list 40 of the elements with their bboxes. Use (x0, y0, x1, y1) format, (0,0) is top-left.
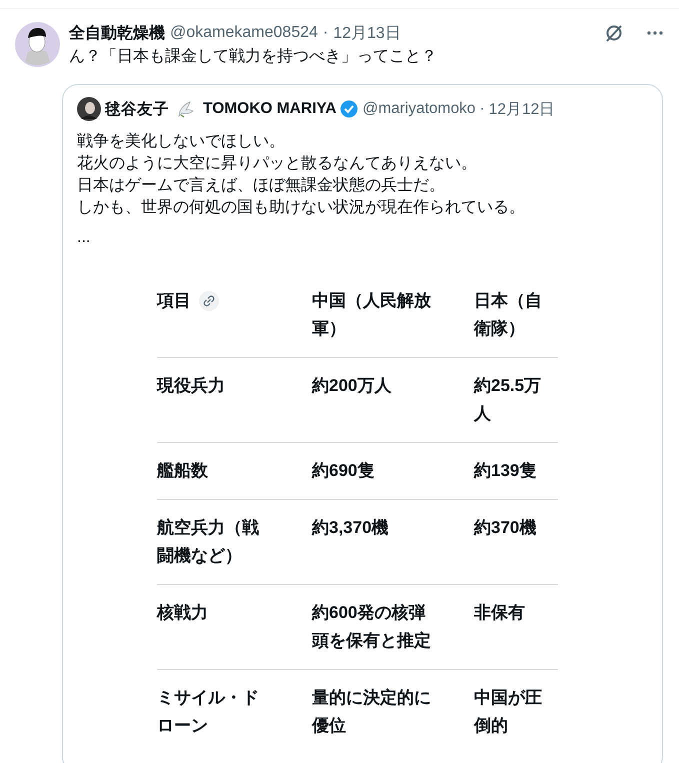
table-cell: 約200万人 (312, 376, 392, 395)
avatar[interactable] (15, 22, 60, 67)
table-cell: 約370機 (474, 518, 536, 537)
post-text: ん？「日本も課金して戦力を持つべき」ってこと？ (69, 46, 438, 67)
table-cell: 約25.5万人 (474, 376, 542, 423)
table-cell: 非保有 (474, 603, 525, 622)
display-name[interactable]: 毬谷友子 (105, 98, 169, 120)
separator: · (322, 24, 328, 42)
table-cell: ミサイル・ドローン (157, 688, 259, 735)
quoted-text-line: ... (77, 228, 92, 248)
table-cell: 核戦力 (157, 603, 208, 622)
table-cell: 約690隻 (312, 461, 374, 480)
avatar[interactable] (77, 97, 101, 121)
separator: · (480, 100, 485, 118)
quoted-text-line: 戦争を美化しないでほしい。 (77, 132, 286, 152)
dove-icon (177, 100, 195, 118)
quoted-text-line: 花火のように大空に昇りパッと散るなんてありえない。 (77, 154, 478, 174)
table-cell: 約3,370機 (312, 518, 389, 537)
post-date[interactable]: 12月13日 (333, 22, 401, 44)
display-name[interactable]: 全自動乾燥機 (69, 22, 165, 44)
link-icon[interactable] (199, 291, 219, 311)
more-icon[interactable] (647, 31, 663, 35)
quoted-text-line: しかも、世界の何処の国も助けない状況が現在作られている。 (77, 198, 526, 218)
table-cell: 約139隻 (474, 461, 536, 480)
post-date: 12月12日 (488, 100, 556, 120)
table-cell: 現役兵力 (157, 376, 225, 395)
table-cell: 航空兵力（戦闘機など） (157, 518, 259, 565)
column-header: 項目 (157, 290, 191, 312)
column-header: 日本（自衛隊） (474, 291, 542, 338)
handle[interactable]: @mariyatomoko (362, 100, 476, 118)
column-header: 中国（人民解放軍） (312, 291, 431, 338)
slashed-circle-icon[interactable] (604, 23, 624, 43)
table-cell: 中国が圧倒的 (474, 688, 542, 735)
table-cell: 約600発の核弾頭を保有と推定 (312, 603, 431, 650)
handle[interactable]: @okamekame08524 (170, 24, 318, 42)
quoted-text-line: 日本はゲームで言えば、ほぼ無課金状態の兵士だ。 (77, 176, 446, 196)
table-cell: 艦船数 (157, 461, 208, 480)
display-name[interactable]: TOMOKO MARIYA (203, 100, 336, 118)
quoted-post-card[interactable] (62, 84, 663, 763)
table-cell: 量的に決定的に優位 (312, 688, 431, 735)
